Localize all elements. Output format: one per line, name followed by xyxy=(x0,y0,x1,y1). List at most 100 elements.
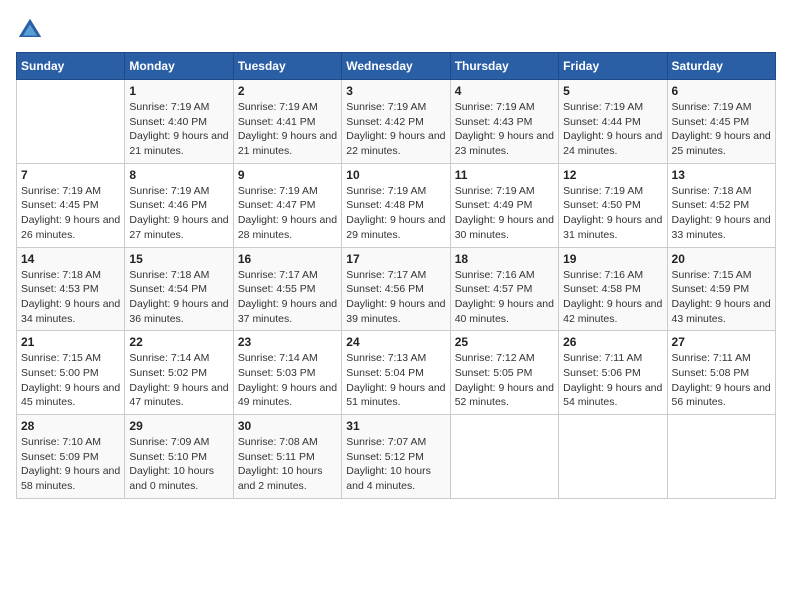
day-info: Sunrise: 7:10 AMSunset: 5:09 PMDaylight:… xyxy=(21,435,120,494)
day-number: 25 xyxy=(455,335,554,349)
day-number: 24 xyxy=(346,335,445,349)
day-info: Sunrise: 7:11 AMSunset: 5:08 PMDaylight:… xyxy=(672,351,771,410)
day-number: 27 xyxy=(672,335,771,349)
calendar-cell: 23Sunrise: 7:14 AMSunset: 5:03 PMDayligh… xyxy=(233,331,341,415)
day-info: Sunrise: 7:19 AMSunset: 4:48 PMDaylight:… xyxy=(346,184,445,243)
day-number: 11 xyxy=(455,168,554,182)
day-number: 13 xyxy=(672,168,771,182)
day-info: Sunrise: 7:18 AMSunset: 4:52 PMDaylight:… xyxy=(672,184,771,243)
day-info: Sunrise: 7:13 AMSunset: 5:04 PMDaylight:… xyxy=(346,351,445,410)
weekday-header: Wednesday xyxy=(342,53,450,80)
day-info: Sunrise: 7:17 AMSunset: 4:55 PMDaylight:… xyxy=(238,268,337,327)
day-info: Sunrise: 7:08 AMSunset: 5:11 PMDaylight:… xyxy=(238,435,337,494)
calendar-cell: 27 Sunrise: 7:11 AMSunset: 5:08 PMDayligh… xyxy=(667,331,775,415)
weekday-header-row: SundayMondayTuesdayWednesdayThursdayFrid… xyxy=(17,53,776,80)
day-number: 17 xyxy=(346,252,445,266)
day-info: Sunrise: 7:14 AMSunset: 5:03 PMDaylight:… xyxy=(238,351,337,410)
day-number: 1 xyxy=(129,84,228,98)
calendar-cell: 17 Sunrise: 7:17 AMSunset: 4:56 PMDayligh… xyxy=(342,247,450,331)
calendar-week-row: 7 Sunrise: 7:19 AMSunset: 4:45 PMDaylight… xyxy=(17,163,776,247)
day-info: Sunrise: 7:19 AMSunset: 4:45 PMDaylight:… xyxy=(672,100,771,159)
day-number: 15 xyxy=(129,252,228,266)
calendar-cell: 10 Sunrise: 7:19 AMSunset: 4:48 PMDayligh… xyxy=(342,163,450,247)
day-info: Sunrise: 7:19 AMSunset: 4:49 PMDaylight:… xyxy=(455,184,554,243)
day-info: Sunrise: 7:19 AMSunset: 4:46 PMDaylight:… xyxy=(129,184,228,243)
day-number: 6 xyxy=(672,84,771,98)
day-number: 3 xyxy=(346,84,445,98)
day-number: 12 xyxy=(563,168,662,182)
logo-icon xyxy=(16,16,44,44)
calendar-cell: 12Sunrise: 7:19 AMSunset: 4:50 PMDayligh… xyxy=(559,163,667,247)
calendar-body: 1 Sunrise: 7:19 AMSunset: 4:40 PMDaylight… xyxy=(17,80,776,499)
day-number: 20 xyxy=(672,252,771,266)
day-number: 14 xyxy=(21,252,120,266)
day-info: Sunrise: 7:11 AMSunset: 5:06 PMDaylight:… xyxy=(563,351,662,410)
calendar-cell: 14 Sunrise: 7:18 AMSunset: 4:53 PMDayligh… xyxy=(17,247,125,331)
day-number: 19 xyxy=(563,252,662,266)
day-info: Sunrise: 7:09 AMSunset: 5:10 PMDaylight:… xyxy=(129,435,228,494)
day-number: 4 xyxy=(455,84,554,98)
day-info: Sunrise: 7:19 AMSunset: 4:40 PMDaylight:… xyxy=(129,100,228,159)
calendar-cell: 7 Sunrise: 7:19 AMSunset: 4:45 PMDaylight… xyxy=(17,163,125,247)
calendar-cell: 28 Sunrise: 7:10 AMSunset: 5:09 PMDayligh… xyxy=(17,415,125,499)
day-info: Sunrise: 7:19 AMSunset: 4:45 PMDaylight:… xyxy=(21,184,120,243)
calendar-cell: 26 Sunrise: 7:11 AMSunset: 5:06 PMDayligh… xyxy=(559,331,667,415)
calendar-cell: 21Sunrise: 7:15 AMSunset: 5:00 PMDayligh… xyxy=(17,331,125,415)
day-number: 9 xyxy=(238,168,337,182)
calendar-cell: 20 Sunrise: 7:15 AMSunset: 4:59 PMDayligh… xyxy=(667,247,775,331)
day-info: Sunrise: 7:19 AMSunset: 4:44 PMDaylight:… xyxy=(563,100,662,159)
day-number: 5 xyxy=(563,84,662,98)
calendar-cell: 25Sunrise: 7:12 AMSunset: 5:05 PMDayligh… xyxy=(450,331,558,415)
day-info: Sunrise: 7:14 AMSunset: 5:02 PMDaylight:… xyxy=(129,351,228,410)
day-info: Sunrise: 7:15 AMSunset: 4:59 PMDaylight:… xyxy=(672,268,771,327)
day-number: 28 xyxy=(21,419,120,433)
day-number: 26 xyxy=(563,335,662,349)
calendar-cell: 30 Sunrise: 7:08 AMSunset: 5:11 PMDayligh… xyxy=(233,415,341,499)
calendar-cell: 2Sunrise: 7:19 AMSunset: 4:41 PMDaylight… xyxy=(233,80,341,164)
day-info: Sunrise: 7:18 AMSunset: 4:53 PMDaylight:… xyxy=(21,268,120,327)
calendar-cell: 18 Sunrise: 7:16 AMSunset: 4:57 PMDayligh… xyxy=(450,247,558,331)
page-header xyxy=(16,16,776,44)
day-number: 30 xyxy=(238,419,337,433)
calendar-cell: 19Sunrise: 7:16 AMSunset: 4:58 PMDayligh… xyxy=(559,247,667,331)
calendar-week-row: 14 Sunrise: 7:18 AMSunset: 4:53 PMDayligh… xyxy=(17,247,776,331)
calendar-cell xyxy=(450,415,558,499)
day-info: Sunrise: 7:16 AMSunset: 4:57 PMDaylight:… xyxy=(455,268,554,327)
day-info: Sunrise: 7:19 AMSunset: 4:47 PMDaylight:… xyxy=(238,184,337,243)
calendar-table: SundayMondayTuesdayWednesdayThursdayFrid… xyxy=(16,52,776,499)
weekday-header: Thursday xyxy=(450,53,558,80)
day-info: Sunrise: 7:15 AMSunset: 5:00 PMDaylight:… xyxy=(21,351,120,410)
calendar-cell xyxy=(17,80,125,164)
calendar-cell: 13 Sunrise: 7:18 AMSunset: 4:52 PMDayligh… xyxy=(667,163,775,247)
calendar-cell: 31 Sunrise: 7:07 AMSunset: 5:12 PMDayligh… xyxy=(342,415,450,499)
day-info: Sunrise: 7:17 AMSunset: 4:56 PMDaylight:… xyxy=(346,268,445,327)
calendar-cell: 8 Sunrise: 7:19 AMSunset: 4:46 PMDaylight… xyxy=(125,163,233,247)
calendar-header: SundayMondayTuesdayWednesdayThursdayFrid… xyxy=(17,53,776,80)
calendar-cell: 16 Sunrise: 7:17 AMSunset: 4:55 PMDayligh… xyxy=(233,247,341,331)
day-info: Sunrise: 7:19 AMSunset: 4:42 PMDaylight:… xyxy=(346,100,445,159)
day-number: 10 xyxy=(346,168,445,182)
calendar-cell xyxy=(559,415,667,499)
weekday-header: Monday xyxy=(125,53,233,80)
day-info: Sunrise: 7:18 AMSunset: 4:54 PMDaylight:… xyxy=(129,268,228,327)
calendar-cell: 15 Sunrise: 7:18 AMSunset: 4:54 PMDayligh… xyxy=(125,247,233,331)
calendar-cell: 1 Sunrise: 7:19 AMSunset: 4:40 PMDaylight… xyxy=(125,80,233,164)
day-info: Sunrise: 7:19 AMSunset: 4:43 PMDaylight:… xyxy=(455,100,554,159)
calendar-week-row: 1 Sunrise: 7:19 AMSunset: 4:40 PMDaylight… xyxy=(17,80,776,164)
day-number: 31 xyxy=(346,419,445,433)
calendar-cell: 3 Sunrise: 7:19 AMSunset: 4:42 PMDaylight… xyxy=(342,80,450,164)
calendar-cell: 24 Sunrise: 7:13 AMSunset: 5:04 PMDayligh… xyxy=(342,331,450,415)
day-number: 16 xyxy=(238,252,337,266)
day-number: 2 xyxy=(238,84,337,98)
weekday-header: Friday xyxy=(559,53,667,80)
calendar-week-row: 21Sunrise: 7:15 AMSunset: 5:00 PMDayligh… xyxy=(17,331,776,415)
logo xyxy=(16,16,48,44)
day-number: 18 xyxy=(455,252,554,266)
day-number: 8 xyxy=(129,168,228,182)
calendar-cell: 5 Sunrise: 7:19 AMSunset: 4:44 PMDaylight… xyxy=(559,80,667,164)
calendar-cell: 22 Sunrise: 7:14 AMSunset: 5:02 PMDayligh… xyxy=(125,331,233,415)
day-number: 7 xyxy=(21,168,120,182)
day-info: Sunrise: 7:07 AMSunset: 5:12 PMDaylight:… xyxy=(346,435,445,494)
day-number: 22 xyxy=(129,335,228,349)
calendar-cell xyxy=(667,415,775,499)
